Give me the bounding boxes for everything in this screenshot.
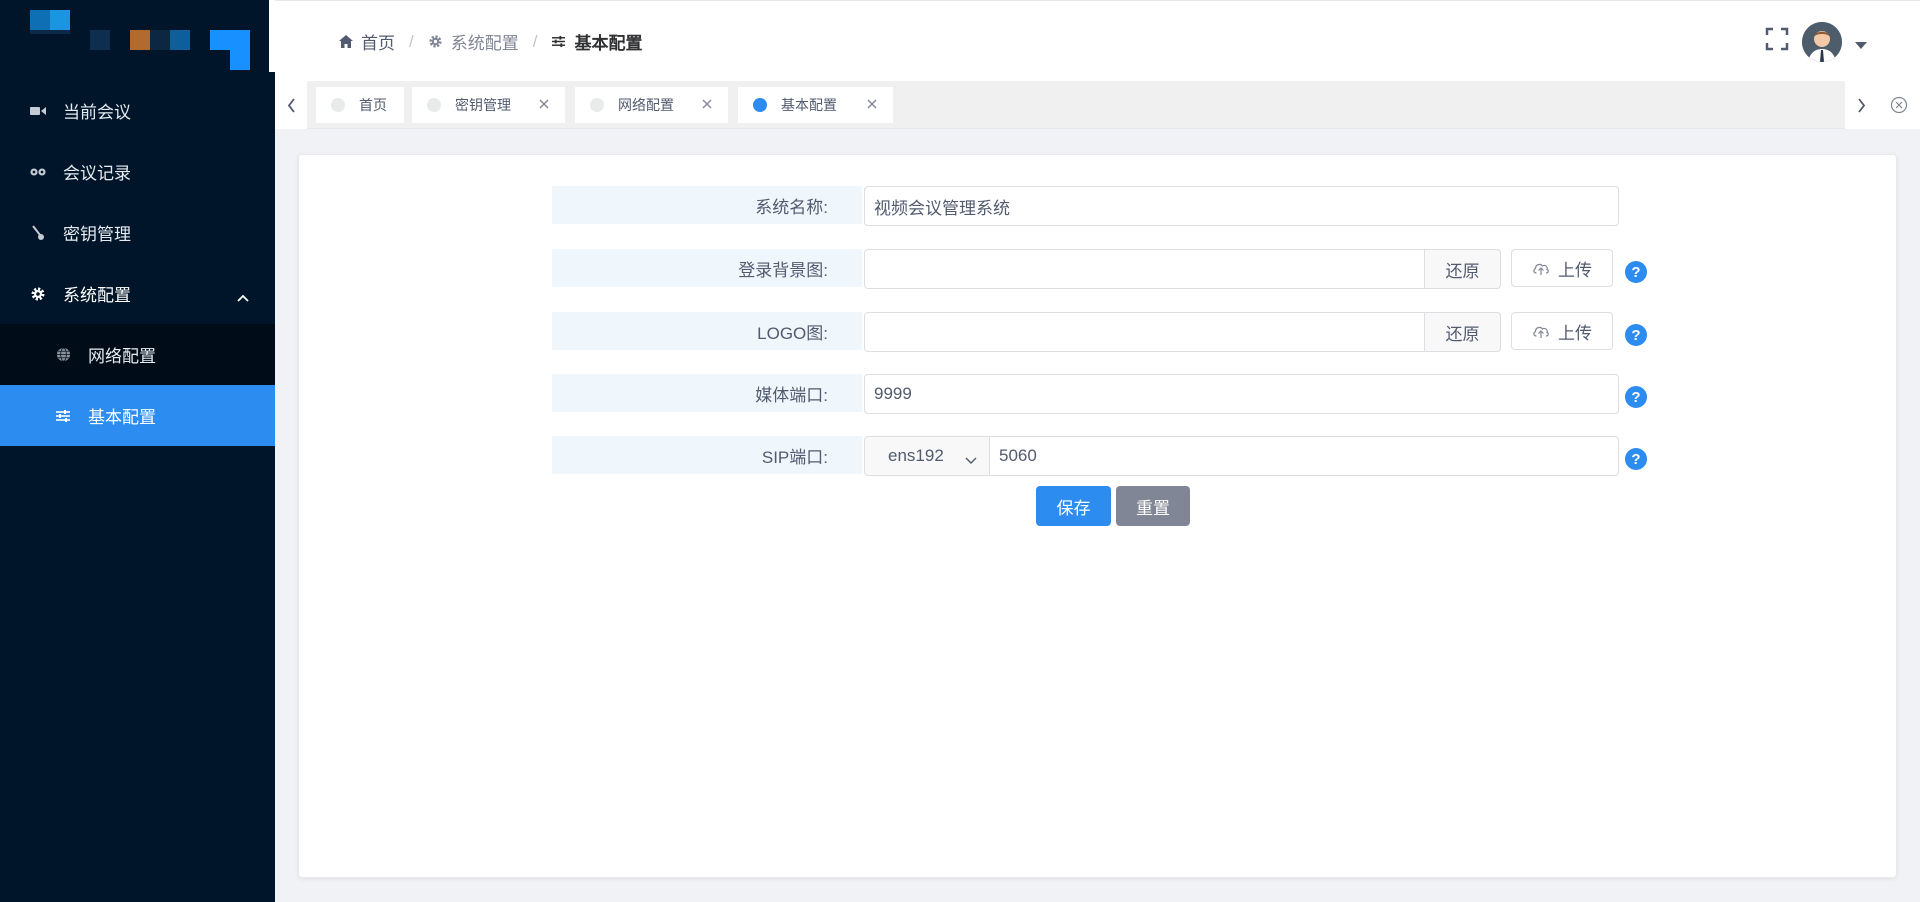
help-icon[interactable]: ? (1625, 386, 1647, 408)
breadcrumb: 首页 / 系统配置 / 基本配置 (339, 29, 642, 54)
sliders-icon (551, 35, 566, 48)
upload-label: 上传 (1558, 260, 1592, 280)
help-icon[interactable]: ? (1625, 448, 1647, 470)
logo-input[interactable]: 还原 (864, 312, 1501, 352)
header: 首页 / 系统配置 / 基本配置 (275, 0, 1920, 81)
sidebar-item-basic-config[interactable]: 基本配置 (0, 385, 275, 446)
login-background-label: 登录背景图: (552, 249, 862, 287)
sidebar-item-label: 系统配置 (63, 286, 131, 305)
sidebar-item-meeting-records[interactable]: 会议记录 (0, 141, 275, 202)
gear-icon (30, 286, 46, 302)
record-icon (30, 164, 46, 180)
reset-button[interactable]: 重置 (1116, 486, 1190, 526)
tab-status-dot (753, 98, 767, 112)
tab-label: 网络配置 (618, 97, 674, 113)
sidebar-item-network-config[interactable]: 网络配置 (0, 324, 275, 385)
chevron-right-icon (1857, 97, 1865, 113)
system-name-input[interactable]: 视频会议管理系统 (864, 186, 1619, 226)
tab-status-dot (427, 98, 441, 112)
close-icon[interactable] (700, 97, 714, 111)
sidebar: 当前会议 会议记录 密钥管理 系统配置 网络配置 基本配置 (0, 0, 275, 902)
tab-home[interactable]: 首页 (316, 87, 404, 123)
caret-down-icon[interactable] (1855, 36, 1867, 54)
sliders-icon (55, 408, 71, 424)
help-icon[interactable]: ? (1625, 324, 1647, 346)
fullscreen-icon[interactable] (1765, 27, 1789, 51)
globe-icon (55, 347, 71, 363)
sidebar-item-label: 基本配置 (88, 408, 156, 427)
network-interface-select[interactable]: ens192 (864, 436, 990, 476)
close-icon[interactable] (537, 97, 551, 111)
avatar[interactable] (1802, 22, 1842, 62)
sidebar-submenu: 网络配置 基本配置 (0, 324, 275, 446)
sidebar-item-key-management[interactable]: 密钥管理 (0, 202, 275, 263)
chevron-down-icon (965, 450, 977, 470)
breadcrumb-system-label: 系统配置 (450, 34, 519, 53)
media-port-label: 媒体端口: (552, 374, 862, 412)
sidebar-item-label: 会议记录 (63, 164, 131, 183)
chevron-left-icon (287, 97, 295, 113)
tab-network-config[interactable]: 网络配置 (575, 87, 728, 123)
tab-label: 密钥管理 (455, 97, 511, 113)
breadcrumb-current-label: 基本配置 (574, 34, 643, 53)
tab-status-dot (590, 98, 604, 112)
upload-cloud-icon (1532, 324, 1550, 338)
save-button[interactable]: 保存 (1036, 486, 1111, 526)
logo-upload-button[interactable]: 上传 (1511, 312, 1613, 350)
tab-basic-config[interactable]: 基本配置 (738, 87, 893, 123)
home-icon (339, 35, 353, 48)
breadcrumb-system-config[interactable]: 系统配置 (428, 29, 519, 54)
breadcrumb-current: 基本配置 (551, 29, 642, 54)
help-icon[interactable]: ? (1625, 261, 1647, 283)
tab-scroll-right-button[interactable] (1845, 81, 1877, 129)
close-circle-icon (1890, 96, 1907, 114)
sip-port-label: SIP端口: (552, 436, 862, 474)
key-icon (30, 224, 46, 241)
tabs-bar: 首页 密钥管理 网络配置 基本配置 (275, 81, 1920, 129)
login-background-upload-button[interactable]: 上传 (1511, 249, 1613, 287)
login-background-input[interactable]: 还原 (864, 249, 1501, 289)
system-name-label: 系统名称: (552, 186, 862, 224)
logo (0, 0, 275, 72)
close-all-tabs-button[interactable] (1877, 81, 1920, 129)
login-background-restore-button[interactable]: 还原 (1424, 249, 1501, 289)
upload-label: 上传 (1558, 323, 1592, 343)
gear-icon (428, 34, 443, 49)
tab-scroll-left-button[interactable] (275, 81, 307, 129)
tab-key-management[interactable]: 密钥管理 (412, 87, 565, 123)
logo-restore-button[interactable]: 还原 (1424, 312, 1501, 352)
sidebar-item-system-config[interactable]: 系统配置 (0, 263, 275, 324)
video-camera-icon (30, 103, 46, 119)
sidebar-item-label: 网络配置 (88, 347, 156, 366)
sidebar-menu: 当前会议 会议记录 密钥管理 系统配置 网络配置 基本配置 (0, 80, 275, 446)
chevron-up-icon (237, 287, 249, 307)
breadcrumb-separator: / (409, 31, 414, 51)
tab-status-dot (331, 98, 345, 112)
breadcrumb-home[interactable]: 首页 (339, 29, 395, 54)
select-value: ens192 (888, 446, 944, 465)
close-icon[interactable] (865, 97, 879, 111)
sidebar-item-label: 密钥管理 (63, 225, 131, 244)
tab-label: 基本配置 (781, 97, 837, 113)
sidebar-item-label: 当前会议 (63, 103, 131, 122)
sidebar-item-current-meeting[interactable]: 当前会议 (0, 80, 275, 141)
tab-label: 首页 (359, 97, 387, 113)
breadcrumb-separator: / (532, 31, 538, 51)
media-port-input[interactable]: 9999 (864, 374, 1619, 414)
breadcrumb-home-label: 首页 (361, 34, 395, 53)
sip-port-input[interactable]: 5060 (989, 436, 1619, 476)
logo-label: LOGO图: (552, 312, 862, 350)
upload-cloud-icon (1532, 261, 1550, 275)
